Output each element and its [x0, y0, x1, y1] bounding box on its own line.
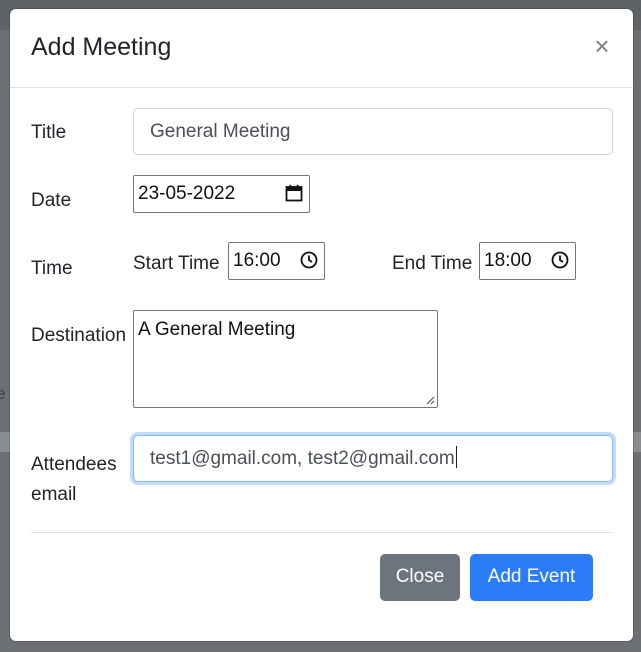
start-time-label: Start Time [133, 253, 220, 274]
date-input[interactable]: 23-05-2022 [133, 175, 310, 213]
calendar-icon[interactable] [285, 184, 303, 202]
modal-header: Add Meeting × [10, 9, 633, 88]
title-input-value: General Meeting [150, 121, 291, 142]
text-caret [455, 446, 457, 468]
title-label: Title [31, 122, 67, 143]
end-time-value: 18:00 [484, 250, 532, 271]
date-label: Date [31, 190, 72, 211]
date-input-value: 23-05-2022 [138, 183, 236, 204]
close-icon[interactable]: × [591, 33, 613, 59]
destination-label: Destination [31, 325, 127, 346]
attendees-label-line1: Attendees [31, 454, 117, 475]
time-label: Time [31, 258, 73, 279]
attendees-label: Attendees email [31, 450, 117, 510]
attendees-label-line2: email [31, 484, 77, 505]
title-input[interactable]: General Meeting [133, 108, 613, 155]
clock-icon[interactable] [551, 251, 569, 269]
modal-title: Add Meeting [31, 33, 172, 61]
attendees-email-input[interactable]: test1@gmail.com, test2@gmail.com [133, 435, 613, 482]
start-time-input[interactable]: 16:00 [228, 242, 325, 280]
end-time-label: End Time [392, 253, 473, 274]
resize-handle-icon[interactable] [425, 395, 435, 405]
footer-divider [31, 532, 612, 533]
close-button[interactable]: Close [380, 554, 460, 601]
destination-textarea[interactable]: A General Meeting [133, 310, 438, 408]
start-time-value: 16:00 [233, 250, 281, 271]
add-meeting-modal: Add Meeting × Title General Meeting Date… [10, 9, 633, 641]
destination-value: A General Meeting [138, 319, 296, 340]
end-time-input[interactable]: 18:00 [479, 242, 576, 280]
backdrop-partial-text: e [0, 384, 6, 403]
attendees-email-value: test1@gmail.com, test2@gmail.com [150, 448, 455, 469]
clock-icon[interactable] [300, 251, 318, 269]
add-event-button[interactable]: Add Event [470, 554, 593, 601]
